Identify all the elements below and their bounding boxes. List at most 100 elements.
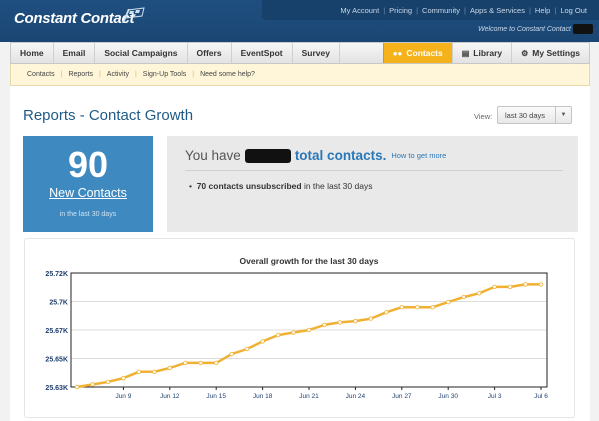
data-point [492, 284, 497, 290]
data-point [523, 282, 528, 287]
data-point [275, 332, 281, 338]
data-point [183, 360, 188, 366]
nav-settings-label: My Settings [532, 48, 580, 58]
log-out-link[interactable]: Log Out [560, 6, 587, 15]
data-point [152, 369, 157, 374]
new-contacts-link[interactable]: New Contacts [23, 186, 153, 200]
nav-my-settings[interactable]: ⚙ My Settings [512, 43, 589, 63]
y-tick-label: 25.72K [45, 271, 68, 278]
data-point [415, 304, 420, 310]
nav-social-campaigns[interactable]: Social Campaigns [95, 43, 188, 63]
view-label: View: [474, 112, 493, 121]
summary-heading: You have total contacts. How to get more [185, 148, 446, 163]
y-tick-label: 25.67K [45, 328, 68, 335]
data-point [337, 320, 343, 325]
account-links: My Account | Pricing | Community | Apps … [262, 0, 599, 20]
nav-survey[interactable]: Survey [293, 43, 340, 63]
community-link[interactable]: Community [422, 6, 460, 15]
y-tick-label: 25.63K [45, 385, 68, 392]
x-tick-label: Jun 18 [253, 393, 273, 400]
x-tick-label: Jun 21 [299, 393, 319, 400]
x-tick-label: Jun 30 [438, 393, 458, 400]
apps-services-link[interactable]: Apps & Services [470, 6, 525, 15]
nav-contacts-label: Contacts [406, 48, 443, 58]
contacts-summary: You have total contacts. How to get more… [167, 136, 578, 232]
growth-chart: Overall growth for the last 30 days 25.72… [45, 256, 548, 400]
x-tick-label: Jul 3 [488, 393, 502, 400]
chart-title: Overall growth for the last 30 days [240, 256, 379, 266]
data-point [322, 322, 327, 328]
nav-home[interactable]: Home [11, 43, 54, 63]
subnav-reports[interactable]: Reports [62, 71, 99, 78]
y-tick-label: 25.7K [49, 300, 68, 307]
growth-line [76, 283, 541, 389]
data-point [306, 327, 312, 333]
new-contacts-period: in the last 30 days [59, 211, 117, 218]
subnav-signup-tools[interactable]: Sign-Up Tools [137, 71, 192, 78]
unsubscribed-line: • 70 contacts unsubscribed in the last 3… [189, 181, 373, 191]
new-contacts-count: 90 [67, 144, 109, 185]
welcome-text: Welcome to Constant Contact [478, 25, 571, 33]
data-point [167, 365, 172, 371]
help-link[interactable]: Help [535, 6, 550, 15]
data-point [399, 304, 404, 310]
sub-nav: Contacts | Reports | Activity | Sign-Up … [10, 64, 590, 86]
data-point [430, 304, 435, 310]
data-point [368, 316, 374, 321]
data-point [260, 339, 265, 344]
nav-eventspot[interactable]: EventSpot [232, 43, 293, 63]
total-contacts-link[interactable]: total contacts. [295, 148, 387, 163]
view-period-value: last 30 days [505, 110, 546, 120]
data-point [507, 284, 513, 290]
x-tick-label: Jun 9 [115, 393, 131, 400]
y-tick-label: 25.65K [45, 357, 68, 364]
view-period-select[interactable]: last 30 days ▼ [497, 106, 572, 124]
data-point [384, 310, 389, 315]
x-tick-label: Jun 12 [160, 393, 180, 400]
page-title: Reports - Contact Growth [23, 107, 194, 124]
data-point [353, 318, 358, 324]
data-point [213, 360, 219, 366]
nav-library-label: Library [473, 48, 503, 58]
subnav-activity[interactable]: Activity [101, 71, 135, 78]
subnav-contacts[interactable]: Contacts [21, 71, 61, 78]
nav-offers[interactable]: Offers [188, 43, 232, 63]
x-tick-label: Jun 27 [392, 393, 412, 400]
logo[interactable]: Constant Contact [14, 10, 135, 27]
data-point [105, 379, 111, 385]
x-tick-label: Jun 24 [346, 393, 366, 400]
nav-contacts[interactable]: ●● Contacts [382, 43, 453, 63]
redacted-username [573, 24, 593, 34]
x-tick-label: Jul 6 [534, 393, 548, 400]
data-point [90, 382, 95, 387]
nav-email[interactable]: Email [54, 43, 96, 63]
chevron-down-icon: ▼ [555, 107, 571, 123]
redacted-total [244, 148, 291, 163]
data-point [136, 369, 142, 374]
data-point [476, 291, 482, 296]
my-account-link[interactable]: My Account [340, 6, 379, 15]
x-tick-label: Jun 15 [206, 393, 226, 400]
data-point [229, 351, 234, 357]
data-point [74, 384, 80, 390]
how-to-get-more-link[interactable]: How to get more [391, 151, 446, 160]
divider [185, 170, 563, 171]
data-point [538, 282, 544, 287]
main-nav: Home Email Social Campaigns Offers Event… [10, 42, 590, 64]
data-point [461, 294, 466, 300]
data-point [198, 360, 203, 366]
top-header: Constant Contact My Account | Pricing | … [0, 0, 599, 42]
library-icon: ▤ [461, 48, 470, 58]
logo-flag-icon [122, 7, 145, 23]
subnav-help[interactable]: Need some help? [194, 71, 261, 78]
data-point [446, 299, 451, 305]
summary-prefix: You have [185, 148, 241, 163]
data-point [244, 346, 250, 352]
unsubscribed-count: 70 contacts unsubscribed [196, 181, 302, 191]
data-point [291, 330, 296, 335]
gear-icon: ⚙ [521, 48, 529, 58]
nav-library[interactable]: ▤ Library [453, 43, 513, 63]
unsubscribed-period: in the last 30 days [301, 181, 373, 191]
pricing-link[interactable]: Pricing [389, 6, 412, 15]
new-contacts-panel: 90 New Contacts in the last 30 days [23, 136, 153, 232]
